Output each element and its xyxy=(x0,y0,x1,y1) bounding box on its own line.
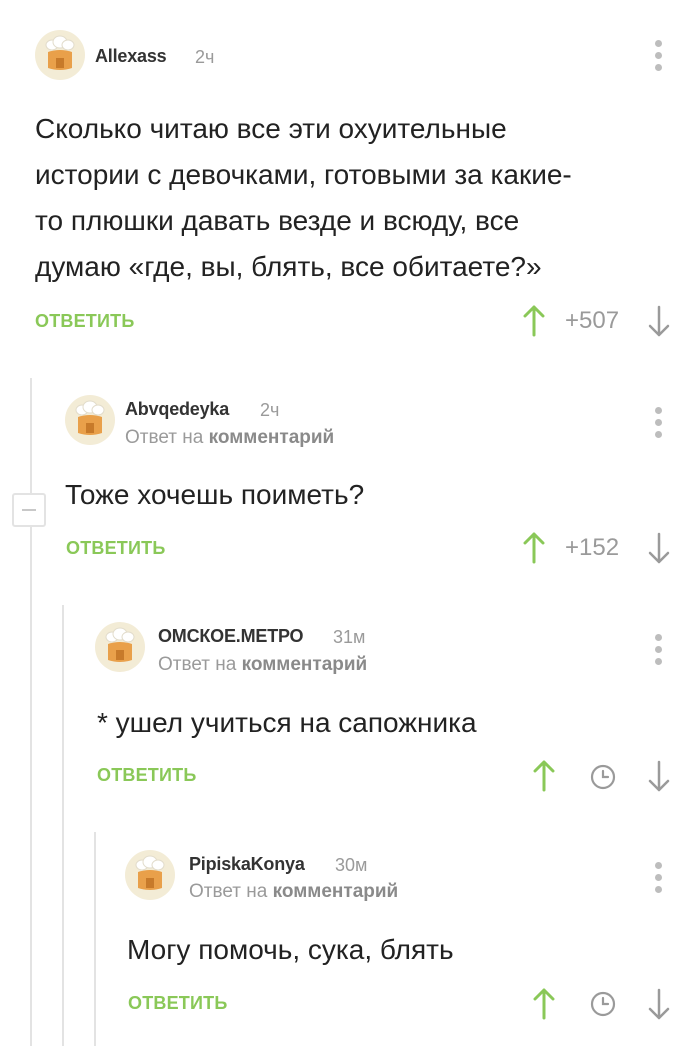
rating-value: +507 xyxy=(565,307,620,334)
reply-to-link[interactable]: комментарий xyxy=(242,654,368,675)
thread-line-level-3 xyxy=(94,832,96,1046)
comment-body-line: * ушел учиться на сапожника xyxy=(97,707,477,738)
avatar[interactable] xyxy=(95,622,145,672)
reply-to-info: Ответ на комментарий xyxy=(158,654,367,676)
comment-time: 31м xyxy=(333,627,366,647)
more-vertical-icon[interactable] xyxy=(654,634,662,666)
reply-to-prefix: Ответ на xyxy=(158,654,237,675)
arrow-down-icon[interactable] xyxy=(648,532,670,564)
reply-to-prefix: Ответ на xyxy=(125,427,204,448)
reply-button[interactable]: ответить xyxy=(128,993,227,1014)
arrow-down-icon[interactable] xyxy=(648,760,670,792)
reply-to-info: Ответ на комментарий xyxy=(125,427,334,449)
avatar[interactable] xyxy=(125,850,175,900)
comment-body-line: Тоже хочешь поиметь? xyxy=(65,479,365,510)
more-vertical-icon[interactable] xyxy=(654,40,662,72)
arrow-up-icon[interactable] xyxy=(523,305,545,337)
comment-body-line: истории с девочками, готовыми за какие- xyxy=(35,159,572,190)
arrow-down-icon[interactable] xyxy=(648,988,670,1020)
collapse-thread-button[interactable] xyxy=(12,493,46,527)
clock-icon xyxy=(590,991,616,1017)
comment-body-line: Сколько читаю все эти охуительные xyxy=(35,113,507,144)
comment-author[interactable]: Abvqedeyka xyxy=(125,399,229,420)
reply-button[interactable]: ответить xyxy=(66,538,165,559)
comment-author[interactable]: ОМСКОЕ.МЕТРО xyxy=(158,626,304,647)
comment-body-line: Могу помочь, сука, блять xyxy=(127,934,454,965)
arrow-up-icon[interactable] xyxy=(533,988,555,1020)
comment-body: Тоже хочешь поиметь? xyxy=(65,472,665,518)
comment-body: Сколько читаю все эти охуительные истори… xyxy=(35,106,675,290)
comment-omskoe-metro: ОМСКОЕ.МЕТРО 31м Ответ на комментарий * … xyxy=(95,622,700,812)
thread-line-level-1 xyxy=(30,378,32,1046)
reply-button[interactable]: ответить xyxy=(35,311,134,332)
avatar[interactable] xyxy=(35,30,85,80)
reply-to-link[interactable]: комментарий xyxy=(273,881,399,902)
more-vertical-icon[interactable] xyxy=(654,862,662,894)
comment-body-line: думаю «где, вы, блять, все обитаете?» xyxy=(35,251,542,282)
comment-body: Могу помочь, сука, блять xyxy=(127,927,667,973)
arrow-up-icon[interactable] xyxy=(523,532,545,564)
reply-to-link[interactable]: комментарий xyxy=(209,427,335,448)
more-vertical-icon[interactable] xyxy=(654,407,662,439)
comment-pipiskakonya: PipiskaKonya 30м Ответ на комментарий Мо… xyxy=(125,850,700,1040)
comment-abvqedeyka: Abvqedeyka 2ч Ответ на комментарий Тоже … xyxy=(65,395,700,585)
avatar[interactable] xyxy=(65,395,115,445)
arrow-down-icon[interactable] xyxy=(648,305,670,337)
comment-time: 2ч xyxy=(260,400,280,420)
comment-allexass: Allexass 2ч Сколько читаю все эти охуите… xyxy=(35,30,700,350)
comment-time: 30м xyxy=(335,855,368,875)
arrow-up-icon[interactable] xyxy=(533,760,555,792)
rating-value: +152 xyxy=(565,534,620,561)
reply-to-info: Ответ на комментарий xyxy=(189,881,398,903)
comment-author[interactable]: Allexass xyxy=(95,46,167,67)
comment-body: * ушел учиться на сапожника xyxy=(97,700,667,746)
clock-icon xyxy=(590,764,616,790)
reply-button[interactable]: ответить xyxy=(97,765,196,786)
comment-body-line: то плюшки давать везде и всюду, все xyxy=(35,205,520,236)
reply-to-prefix: Ответ на xyxy=(189,881,268,902)
comment-time: 2ч xyxy=(195,47,215,67)
thread-line-level-2 xyxy=(62,605,64,1046)
comment-author[interactable]: PipiskaKonya xyxy=(189,854,305,875)
